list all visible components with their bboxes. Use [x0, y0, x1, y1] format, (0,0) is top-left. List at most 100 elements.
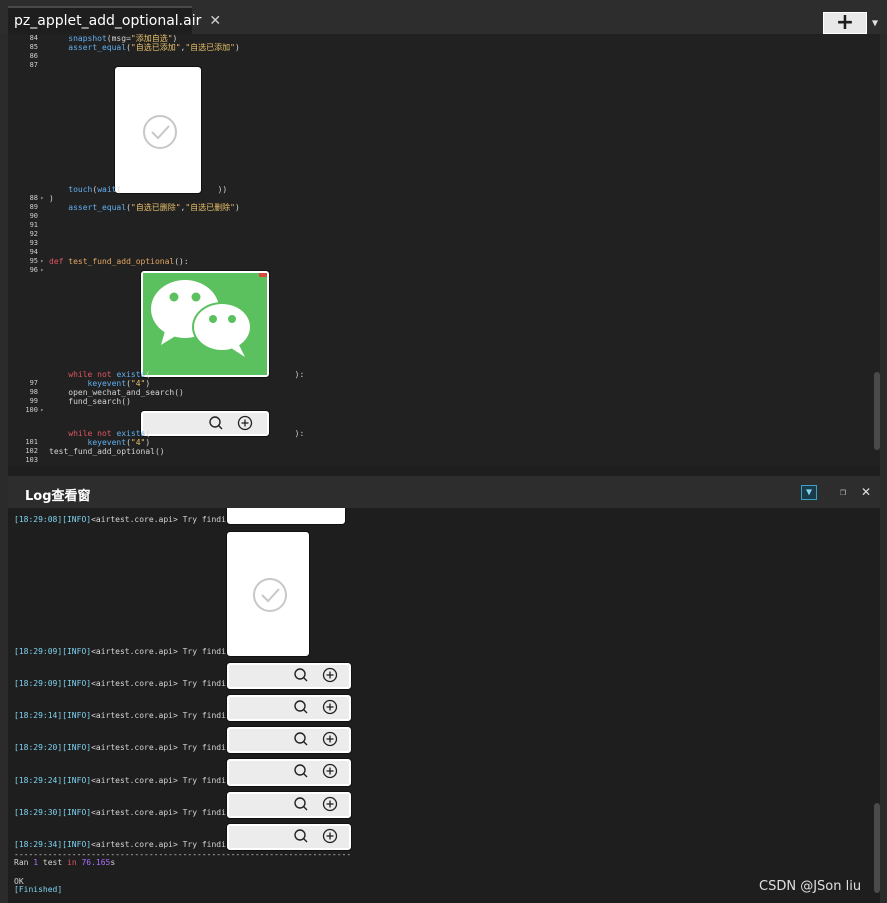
close-log-button[interactable]: ✕ [859, 484, 873, 500]
log-entry: [18:29:08][INFO]<airtest.core.api> Try f… [14, 515, 240, 525]
code-token: "自选已删除" [130, 203, 181, 212]
log-timestamp: [18:29:34] [14, 840, 63, 849]
log-panel-title: Log查看窗 [25, 489, 91, 504]
log-level: [INFO] [62, 679, 92, 688]
wechat-template-image[interactable] [141, 271, 269, 377]
log-output[interactable]: [18:29:08][INFO]<airtest.core.api> Try f… [8, 508, 880, 903]
checkmark-template-image[interactable] [115, 67, 201, 193]
code-text: test_fund_add_optional() [49, 447, 165, 456]
line-number: 91 [29, 221, 38, 229]
code-token: ( ): [145, 429, 305, 438]
code-token: fund_search() [49, 397, 131, 406]
log-finished: [Finished] [14, 885, 62, 895]
log-level: [INFO] [62, 711, 92, 720]
add-circle-icon [322, 796, 338, 812]
code-token: ) [145, 438, 151, 447]
code-editor[interactable]: 84 snapshot(msg="添加自选") 85 assert_equal("… [8, 34, 880, 466]
wechat-icon [143, 273, 267, 375]
log-checkmark-image[interactable] [227, 532, 309, 656]
tab-bar: pz_applet_add_optional.air ✕ + ▼ [0, 0, 887, 34]
log-timestamp: [18:29:14] [14, 711, 63, 720]
log-searchbar-image[interactable] [227, 695, 351, 721]
search-icon [294, 700, 308, 714]
log-message: <airtest.core.api> Try finding: [91, 743, 241, 752]
line-number: 86 [29, 52, 38, 60]
close-icon[interactable]: ✕ [209, 13, 221, 29]
line-number: 95 [29, 257, 38, 265]
code-text: open_wechat_and_search() [49, 388, 184, 397]
log-searchbar-image[interactable] [227, 824, 351, 850]
code-token: keyevent [87, 438, 127, 447]
log-scrollbar[interactable] [874, 803, 880, 893]
log-filter-button[interactable]: ▼ [801, 485, 817, 500]
code-token: keyevent [87, 379, 127, 388]
code-token: test_fund_add_optional() [49, 447, 165, 456]
line-number: 92 [29, 230, 38, 238]
tab-pz-applet-add-optional[interactable]: pz_applet_add_optional.air ✕ [8, 6, 221, 34]
watermark: CSDN @JSon liu [759, 879, 862, 894]
new-script-button[interactable]: + [823, 12, 867, 34]
code-token: ) [49, 194, 54, 203]
searchbar-graphic [294, 667, 338, 683]
log-message: <airtest.core.api> Try finding: [91, 515, 241, 524]
code-text: keyevent("4") [49, 438, 151, 447]
add-circle-icon [322, 667, 338, 683]
line-number: 93 [29, 239, 38, 247]
line-number: 89 [29, 203, 38, 211]
log-level: [INFO] [62, 515, 92, 524]
log-level: [INFO] [62, 776, 92, 785]
restore-icon: ❐ [839, 486, 847, 498]
tab-label: pz_applet_add_optional.air [14, 13, 202, 29]
code-text: snapshot(msg="添加自选") [49, 34, 177, 43]
code-token: exists [116, 429, 146, 438]
line-number: 94 [29, 248, 38, 256]
restore-button[interactable]: ❐ [837, 486, 849, 498]
log-timestamp: [18:29:08] [14, 515, 63, 524]
code-token: while not [68, 370, 117, 379]
search-icon [294, 797, 308, 811]
log-timestamp: [18:29:24] [14, 776, 63, 785]
code-text: assert_equal("自选已删除","自选已删除") [49, 203, 240, 212]
log-image[interactable] [227, 508, 345, 524]
search-icon [294, 829, 308, 843]
ran-mid: test [38, 858, 67, 867]
close-icon: ✕ [860, 485, 872, 499]
log-searchbar-image[interactable] [227, 663, 351, 689]
ran-unit: s [110, 858, 116, 867]
fold-chevron-icon[interactable]: ▾ [40, 406, 44, 415]
checkmark-circle-icon [117, 69, 199, 191]
code-text: while not exists( ): [49, 370, 304, 379]
tab-dropdown-button[interactable]: ▼ [868, 12, 882, 34]
code-token: exists [116, 370, 146, 379]
line-number: 84 [29, 34, 38, 42]
log-searchbar-image[interactable] [227, 759, 351, 786]
code-text: touch(wait( )) [49, 185, 227, 194]
log-timestamp: [18:29:09] [14, 647, 63, 656]
code-token: ) [235, 203, 240, 212]
line-number: 96 [29, 266, 38, 274]
fold-chevron-icon[interactable]: ▾ [40, 194, 44, 203]
log-searchbar-image[interactable] [227, 727, 351, 753]
plus-icon: + [835, 10, 855, 35]
fold-chevron-icon[interactable]: ▾ [40, 266, 44, 275]
search-icon [294, 732, 308, 746]
line-number: 101 [25, 438, 38, 446]
fold-chevron-icon[interactable]: ▾ [40, 257, 44, 266]
code-text: assert_equal("自选已添加","自选已添加") [49, 43, 240, 52]
search-icon [294, 668, 308, 682]
log-summary: Ran 1 test in 76.165s [14, 858, 115, 868]
log-entry: [18:29:30][INFO]<airtest.core.api> Try f… [14, 808, 240, 818]
editor-scrollbar[interactable] [874, 372, 880, 450]
line-number: 100 [25, 406, 38, 414]
ran-in: in [67, 858, 77, 867]
log-entry: [18:29:24][INFO]<airtest.core.api> Try f… [14, 776, 240, 786]
line-number: 88 [29, 194, 38, 202]
code-token: "自选已添加" [185, 43, 235, 52]
log-searchbar-image[interactable] [227, 792, 351, 818]
log-message: <airtest.core.api> Try finding: [91, 840, 241, 849]
